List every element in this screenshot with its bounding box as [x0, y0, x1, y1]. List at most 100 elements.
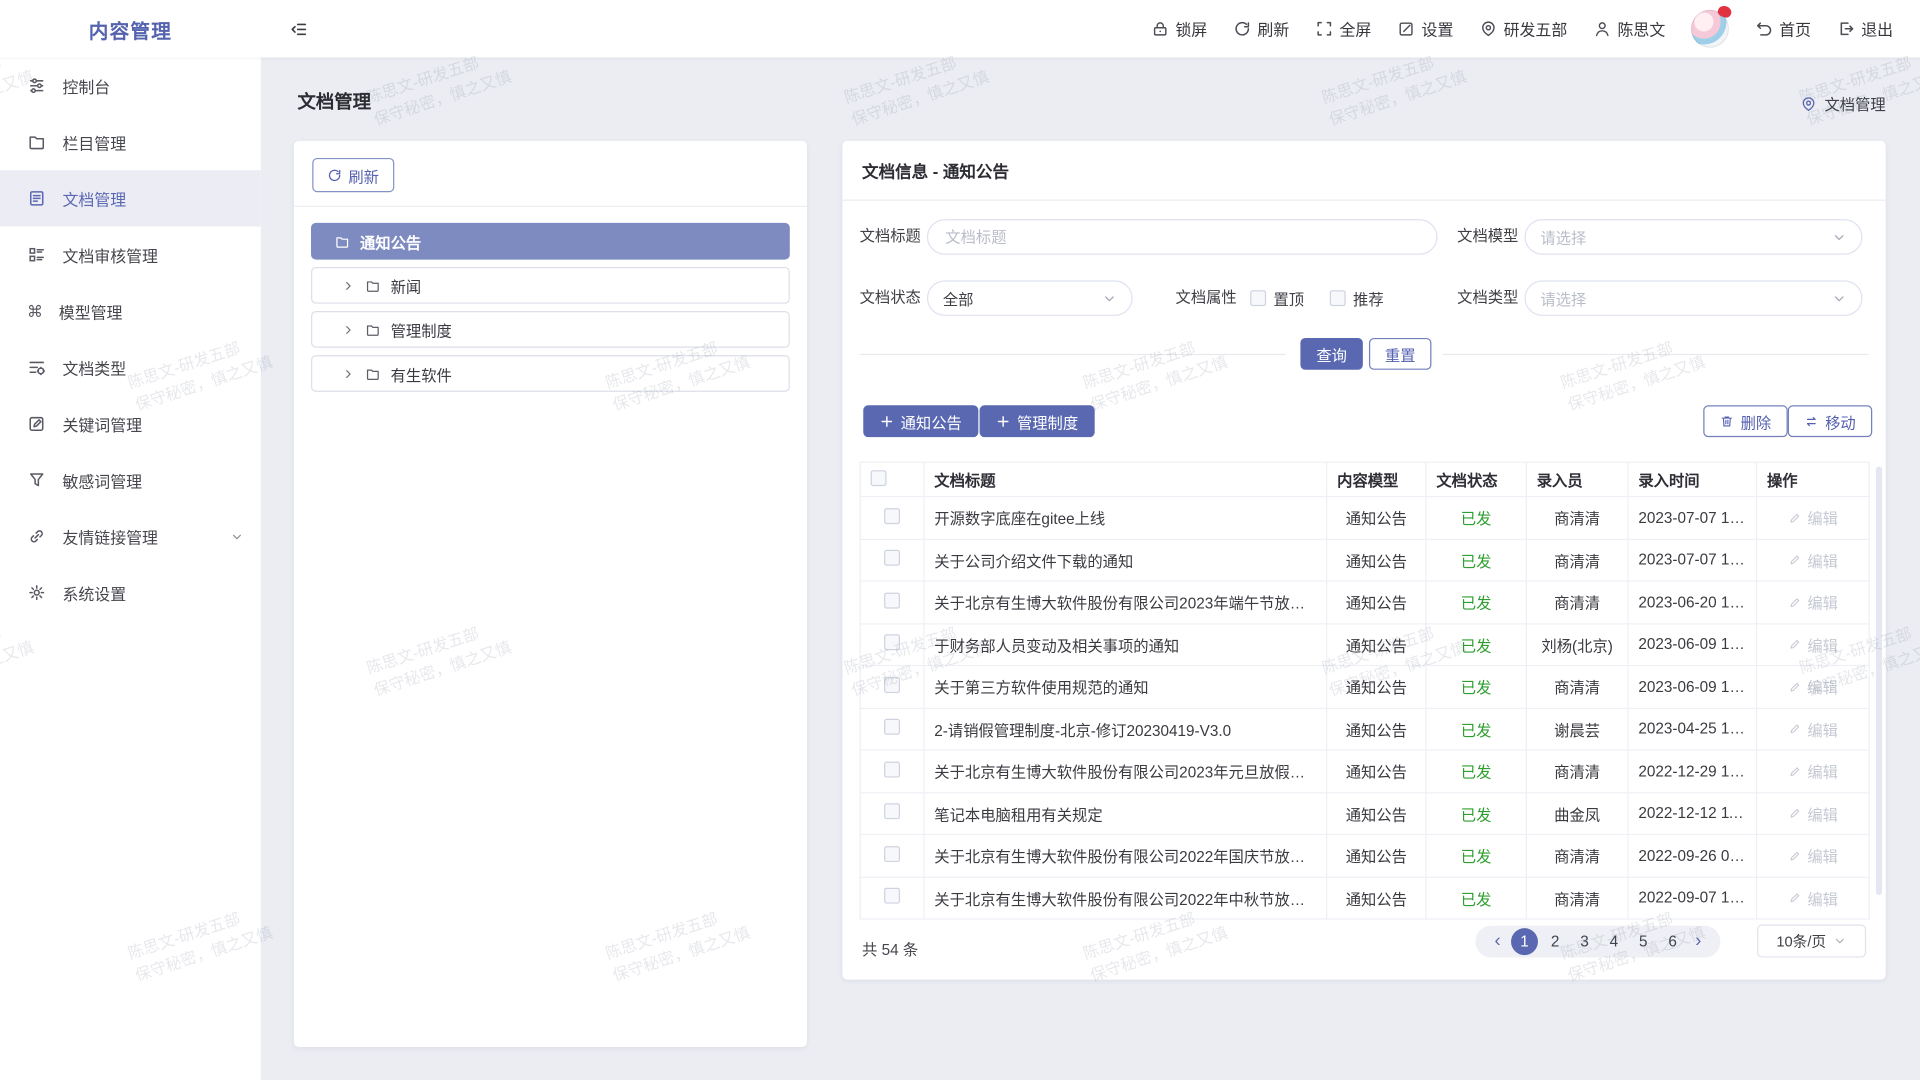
row-checkbox[interactable] — [884, 592, 900, 608]
fullscreen-icon — [1315, 20, 1333, 38]
sidebar-item-console[interactable]: 控制台 — [0, 58, 261, 114]
form-divider — [860, 354, 1286, 355]
user-avatar[interactable] — [1691, 10, 1729, 48]
tree-node[interactable]: 管理制度 — [311, 311, 790, 348]
doc-time-cell: 2022-09-26 09:46 — [1628, 834, 1757, 876]
header-action-logout[interactable]: 退出 — [1837, 17, 1893, 40]
page-button[interactable]: 4 — [1599, 926, 1628, 958]
edit-button[interactable]: 编辑 — [1788, 759, 1838, 782]
row-checkbox[interactable] — [884, 635, 900, 651]
doc-title-cell[interactable]: 关于北京有生博大软件股份有限公司2022年国庆节放假安... — [924, 834, 1327, 876]
doc-operator-cell: 商清清 — [1526, 834, 1628, 876]
header-action-department[interactable]: 研发五部 — [1479, 17, 1567, 40]
page-size-select[interactable]: 10条/页 — [1757, 924, 1866, 957]
add-notice-label: 通知公告 — [901, 410, 962, 433]
edit-button[interactable]: 编辑 — [1788, 633, 1838, 656]
row-checkbox[interactable] — [884, 804, 900, 820]
tree-refresh-label: 刷新 — [348, 163, 379, 186]
edit-label: 编辑 — [1807, 802, 1838, 825]
sidebar-item-keyword-mgmt[interactable]: 关键词管理 — [0, 396, 261, 452]
doc-title-input[interactable] — [943, 227, 1422, 247]
move-button[interactable]: 移动 — [1788, 405, 1872, 437]
doc-model-cell: 通知公告 — [1327, 877, 1426, 919]
doc-time-cell: 2023-06-09 16:43 — [1628, 623, 1757, 665]
tree-node[interactable]: 新闻 — [311, 267, 790, 304]
form-divider — [1442, 354, 1868, 355]
sidebar-item-friend-link-mgmt[interactable]: 友情链接管理 — [0, 508, 261, 564]
menu-fold-icon[interactable] — [289, 19, 309, 39]
header-action-settings[interactable]: 设置 — [1397, 17, 1453, 40]
row-checkbox[interactable] — [884, 761, 900, 777]
tree-node[interactable]: 通知公告 — [311, 223, 790, 260]
row-checkbox[interactable] — [884, 719, 900, 735]
page-button[interactable]: 6 — [1658, 926, 1687, 958]
chevron-down-icon — [1102, 291, 1117, 306]
doc-title-cell[interactable]: 关于第三方软件使用规范的通知 — [924, 666, 1327, 708]
doc-title-cell[interactable]: 关于公司介绍文件下载的通知 — [924, 539, 1327, 581]
next-page-button[interactable]: › — [1687, 926, 1709, 958]
doc-time-cell: 2022-12-12 11:50 — [1628, 792, 1757, 834]
tree-node[interactable]: 有生软件 — [311, 355, 790, 392]
header-action-label: 设置 — [1422, 17, 1454, 40]
edit-button[interactable]: 编辑 — [1788, 802, 1838, 825]
add-notice-button[interactable]: 通知公告 — [863, 405, 978, 437]
tree-refresh-button[interactable]: 刷新 — [312, 158, 393, 192]
page-button[interactable]: 3 — [1570, 926, 1599, 958]
edit-button[interactable]: 编辑 — [1788, 506, 1838, 529]
page-button[interactable]: 5 — [1629, 926, 1658, 958]
sidebar-item-document-mgmt[interactable]: 文档管理 — [0, 170, 261, 226]
attr-recommend-checkbox[interactable]: 推荐 — [1330, 280, 1384, 316]
reset-button[interactable]: 重置 — [1369, 338, 1431, 370]
edit-button[interactable]: 编辑 — [1788, 886, 1838, 909]
sidebar-item-sensitive-word-mgmt[interactable]: 敏感词管理 — [0, 452, 261, 508]
row-checkbox[interactable] — [884, 677, 900, 693]
sidebar-item-doc-audit-mgmt[interactable]: 文档审核管理 — [0, 227, 261, 283]
header-action-fullscreen[interactable]: 全屏 — [1315, 17, 1371, 40]
edit-button[interactable]: 编辑 — [1788, 717, 1838, 740]
doc-model-select[interactable]: 请选择 — [1524, 219, 1862, 255]
add-rule-label: 管理制度 — [1017, 410, 1078, 433]
top-bar: 内容管理 锁屏刷新全屏设置研发五部陈思文首页退出 — [0, 0, 1920, 58]
edit-button[interactable]: 编辑 — [1788, 591, 1838, 614]
table-scrollbar[interactable] — [1876, 467, 1882, 896]
header-action-refresh[interactable]: 刷新 — [1233, 17, 1289, 40]
sidebar-item-doc-type[interactable]: 文档类型 — [0, 339, 261, 395]
header-action-lock-screen[interactable]: 锁屏 — [1151, 17, 1207, 40]
select-all-checkbox[interactable] — [871, 470, 887, 486]
edit-button[interactable]: 编辑 — [1788, 844, 1838, 867]
doc-title-cell[interactable]: 关于北京有生博大软件股份有限公司2022年中秋节放假安... — [924, 877, 1327, 919]
refresh-icon — [327, 167, 342, 182]
doc-title-cell[interactable]: 关于北京有生博大软件股份有限公司2023年端午节放假安... — [924, 581, 1327, 623]
page-button[interactable]: 1 — [1511, 928, 1538, 955]
prev-page-button[interactable]: ‹ — [1487, 926, 1509, 958]
add-rule-button[interactable]: 管理制度 — [980, 405, 1095, 437]
doc-title-cell[interactable]: 2-请销假管理制度-北京-修订20230419-V3.0 — [924, 708, 1327, 750]
row-checkbox[interactable] — [884, 888, 900, 904]
sidebar-item-model-mgmt[interactable]: ⌘模型管理 — [0, 283, 261, 339]
sidebar-item-system-settings[interactable]: 系统设置 — [0, 564, 261, 620]
header-action-username[interactable]: 陈思文 — [1593, 17, 1665, 40]
doc-title-cell[interactable]: 开源数字底座在gitee上线 — [924, 497, 1327, 539]
location-icon — [1479, 20, 1497, 38]
sidebar-item-column-mgmt[interactable]: 栏目管理 — [0, 114, 261, 170]
edit-button[interactable]: 编辑 — [1788, 675, 1838, 698]
header-action-home[interactable]: 首页 — [1755, 17, 1811, 40]
doc-title-cell[interactable]: 关于北京有生博大软件股份有限公司2023年元旦放假安排... — [924, 750, 1327, 792]
app-root: 内容管理 锁屏刷新全屏设置研发五部陈思文首页退出 控制台栏目管理文档管理文档审核… — [0, 0, 1920, 1080]
doc-title-cell[interactable]: 笔记本电脑租用有关规定 — [924, 792, 1327, 834]
sidebar-item-label: 文档管理 — [62, 187, 126, 210]
swap-icon — [1804, 414, 1819, 429]
page-button[interactable]: 2 — [1540, 926, 1569, 958]
search-button[interactable]: 查询 — [1300, 338, 1362, 370]
doc-title-cell[interactable]: 于财务部人员变动及相关事项的通知 — [924, 623, 1327, 665]
delete-button[interactable]: 删除 — [1703, 405, 1787, 437]
edit-button[interactable]: 编辑 — [1788, 548, 1838, 571]
doc-type-select[interactable]: 请选择 — [1524, 280, 1862, 316]
attr-top-checkbox[interactable]: 置顶 — [1250, 280, 1304, 316]
table-row: 关于第三方软件使用规范的通知通知公告已发商清清2023-06-09 16:35编… — [860, 666, 1869, 708]
chevron-down-icon — [230, 530, 243, 543]
row-checkbox[interactable] — [884, 508, 900, 524]
row-checkbox[interactable] — [884, 846, 900, 862]
doc-status-select[interactable]: 全部 — [927, 280, 1133, 316]
row-checkbox[interactable] — [884, 550, 900, 566]
